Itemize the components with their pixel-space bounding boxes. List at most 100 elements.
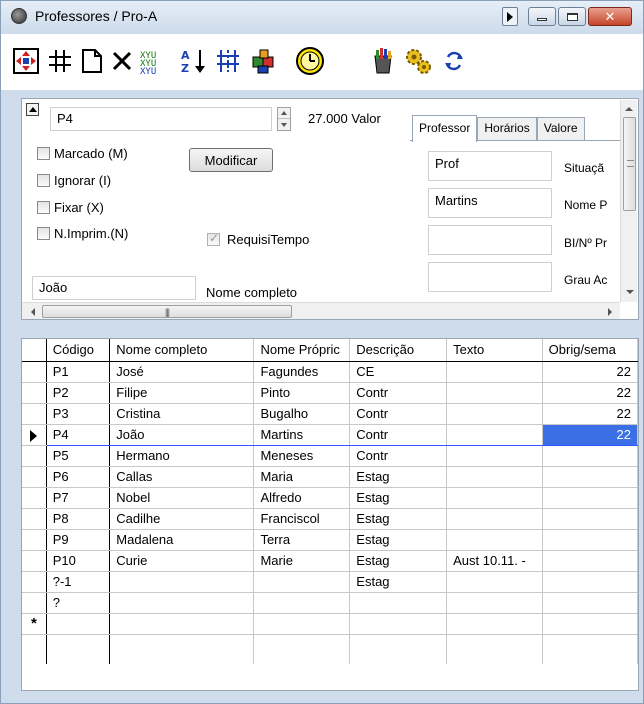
cell-obrig[interactable]	[542, 445, 638, 467]
split-icon[interactable]	[213, 46, 243, 76]
row-indicator[interactable]	[22, 403, 47, 425]
cell-code[interactable]: P7	[46, 487, 111, 509]
cell-desc[interactable]: Estag	[349, 571, 448, 593]
checkbox-box[interactable]	[37, 201, 50, 214]
cell-obrig[interactable]: 22	[542, 382, 638, 404]
cell-proprio[interactable]: Maria	[253, 466, 351, 488]
new-row-cell[interactable]	[542, 613, 638, 635]
new-row-cell[interactable]	[349, 613, 448, 635]
maximize-button[interactable]	[558, 7, 586, 26]
cell-nome[interactable]: Nobel	[109, 487, 255, 509]
refresh-icon[interactable]	[439, 46, 469, 76]
new-row[interactable]: *	[22, 613, 638, 635]
scroll-thumb[interactable]	[623, 117, 636, 211]
new-row-cell[interactable]	[446, 613, 543, 635]
cell-desc[interactable]: CE	[349, 361, 448, 383]
checkbox-fixar[interactable]: Fixar (X)	[37, 200, 104, 215]
cell-code[interactable]: ?-1	[46, 571, 111, 593]
table-row[interactable]: P10 Curie Marie Estag Aust 10.11. -	[22, 550, 638, 572]
cell-texto[interactable]: Aust 10.11. -	[446, 550, 543, 572]
column-header[interactable]: Nome Própric	[253, 339, 351, 362]
cell-obrig[interactable]: 22	[542, 403, 638, 425]
cell-desc[interactable]: Estag	[349, 466, 448, 488]
code-field[interactable]: P4	[50, 107, 272, 131]
row-indicator[interactable]	[22, 529, 47, 551]
cell-nome[interactable]: Callas	[109, 466, 255, 488]
row-indicator[interactable]	[22, 382, 47, 404]
cell-texto[interactable]	[446, 466, 543, 488]
column-header[interactable]: Descrição	[349, 339, 448, 362]
cell-obrig[interactable]	[542, 550, 638, 572]
cell-texto[interactable]	[446, 361, 543, 383]
cell-desc[interactable]: Contr	[349, 382, 448, 404]
spin-up-button[interactable]	[278, 108, 290, 119]
situacao-field[interactable]: Prof	[428, 151, 552, 181]
cell-nome[interactable]: Madalena	[109, 529, 255, 551]
cell-obrig[interactable]: 22	[542, 361, 638, 383]
row-indicator[interactable]	[22, 424, 47, 446]
row-indicator[interactable]	[22, 571, 47, 593]
value-spinner[interactable]	[277, 107, 291, 131]
cell-nome[interactable]: Curie	[109, 550, 255, 572]
scroll-up-button[interactable]	[621, 100, 637, 117]
new-row-cell[interactable]	[109, 613, 255, 635]
cell-nome[interactable]: João	[109, 423, 255, 446]
arrows-select-icon[interactable]	[11, 46, 41, 76]
cell-obrig[interactable]	[542, 466, 638, 488]
nome-proprio-field[interactable]: Martins	[428, 188, 552, 218]
close-button[interactable]: ✕	[588, 7, 632, 26]
cell-texto[interactable]	[446, 382, 543, 404]
form-horizontal-scrollbar[interactable]: |||	[22, 302, 620, 319]
cell-proprio[interactable]	[253, 592, 351, 614]
cell-desc[interactable]: Estag	[349, 550, 448, 572]
table-row[interactable]: P4 João Martins Contr 22	[22, 423, 638, 446]
cell-obrig[interactable]	[542, 508, 638, 530]
column-header[interactable]: Código	[46, 339, 111, 362]
column-header[interactable]: Obrig/sema	[542, 339, 638, 362]
cell-obrig[interactable]	[542, 592, 638, 614]
cell-code[interactable]: P6	[46, 466, 111, 488]
paint-bucket-icon[interactable]	[369, 46, 399, 76]
checkbox-box[interactable]	[37, 227, 50, 240]
cell-obrig[interactable]	[542, 487, 638, 509]
cell-code[interactable]: ?	[46, 592, 111, 614]
cell-nome[interactable]	[109, 571, 255, 593]
cell-code[interactable]: P5	[46, 445, 111, 467]
cell-desc[interactable]: Estag	[349, 508, 448, 530]
new-row-indicator[interactable]: *	[22, 613, 47, 635]
cell-desc[interactable]: Contr	[349, 445, 448, 467]
cell-texto[interactable]	[446, 445, 543, 467]
table-row[interactable]: P1 José Fagundes CE 22	[22, 361, 638, 383]
spin-down-button[interactable]	[278, 119, 290, 130]
column-header[interactable]: Nome completo	[109, 339, 255, 362]
cell-nome[interactable]	[109, 592, 255, 614]
cell-obrig[interactable]	[542, 571, 638, 593]
gears-icon[interactable]	[403, 46, 433, 76]
cell-desc[interactable]: Estag	[349, 487, 448, 509]
table-row[interactable]: P7 Nobel Alfredo Estag	[22, 487, 638, 509]
cell-texto[interactable]	[446, 423, 543, 446]
cell-desc[interactable]	[349, 592, 448, 614]
cell-nome[interactable]: José	[109, 361, 255, 383]
scroll-right-button[interactable]	[601, 303, 618, 320]
cell-texto[interactable]	[446, 529, 543, 551]
new-document-icon[interactable]	[77, 46, 107, 76]
checkbox-requisitempo[interactable]: RequisiTempo	[207, 231, 309, 247]
cell-proprio[interactable]: Bugalho	[253, 403, 351, 425]
table-row[interactable]: P3 Cristina Bugalho Contr 22	[22, 403, 638, 425]
checkbox-ignorar[interactable]: Ignorar (I)	[37, 173, 111, 188]
tab-horarios[interactable]: Horários	[477, 117, 537, 141]
cell-desc[interactable]: Contr	[349, 403, 448, 425]
cell-proprio[interactable]: Meneses	[253, 445, 351, 467]
checkbox-box[interactable]	[207, 231, 220, 246]
cell-proprio[interactable]: Fagundes	[253, 361, 351, 383]
checkbox-marcado[interactable]: Marcado (M)	[37, 146, 128, 161]
cell-obrig[interactable]	[542, 529, 638, 551]
cell-code[interactable]: P3	[46, 403, 111, 425]
checkbox-nimprim[interactable]: N.Imprim.(N)	[37, 226, 128, 241]
name-field[interactable]: João	[32, 276, 196, 300]
table-row[interactable]: ?-1 Estag	[22, 571, 638, 593]
grau-field[interactable]	[428, 262, 552, 292]
run-button[interactable]	[502, 7, 518, 26]
minimize-button[interactable]	[528, 7, 556, 26]
